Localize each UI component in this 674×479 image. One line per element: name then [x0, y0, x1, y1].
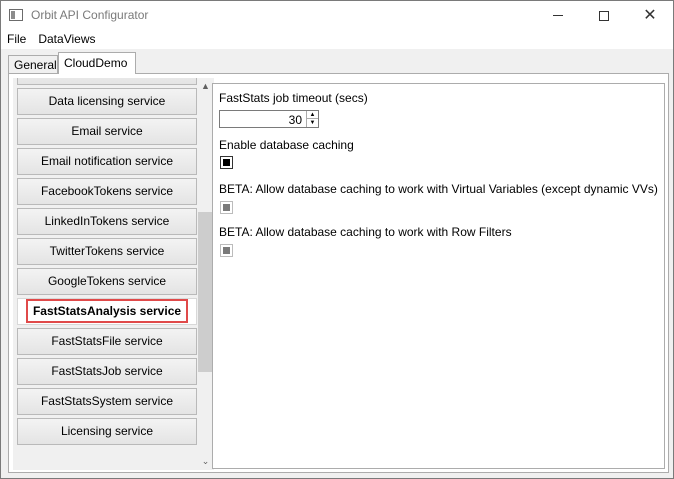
caching-checkbox[interactable]: [220, 156, 233, 169]
menu-file[interactable]: File: [1, 30, 32, 49]
service-button[interactable]: Email notification service: [17, 148, 197, 175]
close-icon: ✕: [643, 6, 657, 24]
timeout-numeric-input[interactable]: 30 ▲ ▼: [219, 110, 319, 128]
close-button[interactable]: ✕: [627, 1, 673, 30]
menu-dataviews[interactable]: DataViews: [32, 30, 101, 49]
service-button-label: Licensing service: [60, 424, 154, 438]
menu-bar: File DataViews: [1, 30, 673, 49]
service-button[interactable]: Email service: [17, 118, 197, 145]
service-button[interactable]: FacebookTokens service: [17, 178, 197, 205]
service-list-pane: DataView service Data licensing service Em…: [13, 78, 209, 470]
service-button[interactable]: Licensing service: [17, 418, 197, 445]
title-bar: Orbit API Configurator ✕: [1, 1, 673, 30]
service-button-label: GoogleTokens service: [47, 274, 167, 288]
service-button[interactable]: TwitterTokens service: [17, 238, 197, 265]
service-button[interactable]: DataView service: [17, 78, 197, 85]
app-window: Orbit API Configurator ✕ File DataViews …: [0, 0, 674, 479]
tab-clouddemo[interactable]: CloudDemo: [58, 52, 136, 74]
spin-up-icon[interactable]: ▲: [307, 111, 318, 119]
service-button-label: FastStatsSystem service: [40, 394, 174, 408]
service-button-label: Email notification service: [40, 154, 174, 168]
maximize-button[interactable]: [581, 1, 627, 30]
service-button[interactable]: FastStatsAnalysis service: [17, 298, 197, 325]
settings-panel: FastStats job timeout (secs) 30 ▲ ▼ Enab…: [212, 83, 665, 469]
tab-general[interactable]: General: [8, 55, 58, 73]
service-button[interactable]: FastStatsSystem service: [17, 388, 197, 415]
maximize-icon: [599, 10, 609, 21]
minimize-icon: [553, 15, 563, 16]
service-button-label: LinkedInTokens service: [44, 214, 170, 228]
service-button[interactable]: FastStatsJob service: [17, 358, 197, 385]
service-button-label: FastStatsJob service: [51, 364, 163, 378]
service-button-label: Email service: [71, 124, 143, 138]
timeout-value[interactable]: 30: [289, 113, 302, 127]
scroll-thumb[interactable]: [198, 212, 213, 372]
virtual-variables-label: BETA: Allow database caching to work wit…: [219, 182, 658, 196]
service-button-label: TwitterTokens service: [49, 244, 165, 258]
checkbox-fill-icon: [223, 159, 230, 166]
checkbox-fill-icon: [223, 247, 230, 254]
window-title: Orbit API Configurator: [31, 8, 149, 22]
service-list: DataView service Data licensing service Em…: [13, 78, 197, 448]
spin-down-icon[interactable]: ▼: [307, 119, 318, 127]
row-filters-label: BETA: Allow database caching to work wit…: [219, 225, 512, 239]
service-button[interactable]: Data licensing service: [17, 88, 197, 115]
timeout-label: FastStats job timeout (secs): [219, 91, 368, 105]
minimize-button[interactable]: [535, 1, 581, 30]
tab-strip: General CloudDemo: [1, 49, 673, 74]
app-icon: [9, 9, 23, 21]
service-button[interactable]: FastStatsFile service: [17, 328, 197, 355]
service-button-label: FastStatsFile service: [51, 334, 163, 348]
service-button-label: Data licensing service: [48, 94, 166, 108]
caching-label: Enable database caching: [219, 138, 354, 152]
service-button-label: FacebookTokens service: [40, 184, 174, 198]
checkbox-fill-icon: [223, 204, 230, 211]
tab-page-clouddemo: DataView service Data licensing service Em…: [8, 73, 669, 473]
row-filters-checkbox[interactable]: [220, 244, 233, 257]
timeout-spinner[interactable]: ▲ ▼: [306, 111, 318, 127]
service-button-label: FastStatsAnalysis service: [25, 299, 189, 323]
virtual-variables-checkbox[interactable]: [220, 201, 233, 214]
service-button[interactable]: LinkedInTokens service: [17, 208, 197, 235]
service-button[interactable]: GoogleTokens service: [17, 268, 197, 295]
